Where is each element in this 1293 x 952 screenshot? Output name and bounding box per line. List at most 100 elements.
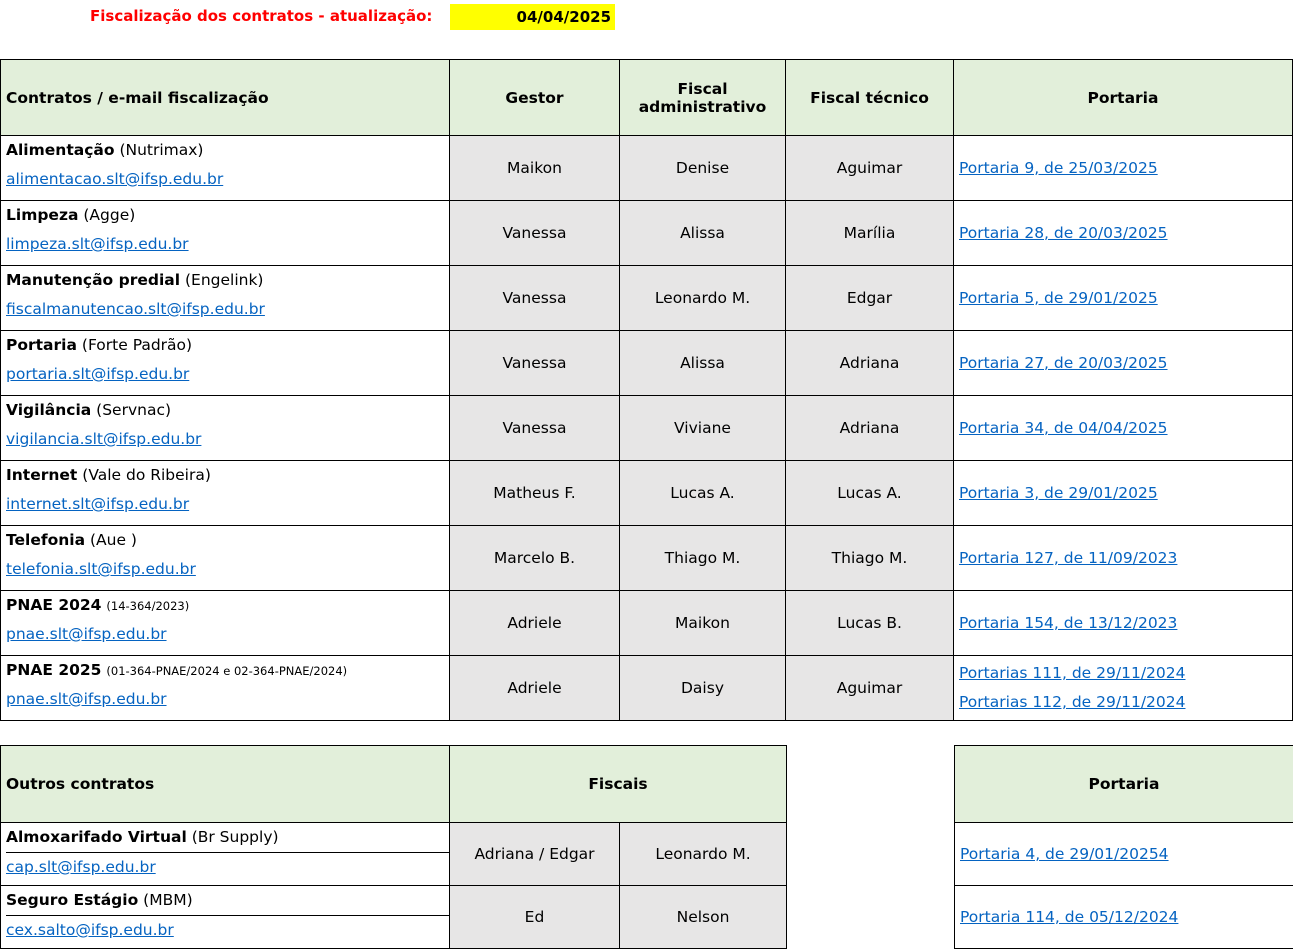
contract-company: (MBM) (143, 891, 193, 909)
portaria-line: Portaria 127, de 11/09/2023 (959, 544, 1292, 573)
contract-cell: PNAE 2024 (14-364/2023) pnae.slt@ifsp.edu… (0, 590, 450, 656)
portaria-line: Portaria 3, de 29/01/2025 (959, 479, 1292, 508)
fiscal-2-cell: Nelson (618, 885, 788, 949)
contract-email-link[interactable]: pnae.slt@ifsp.edu.br (6, 685, 449, 714)
fiscal-admin-cell: Lucas A. (619, 460, 786, 526)
fiscal-1-cell: Ed (449, 885, 620, 949)
header-portaria: Portaria (953, 59, 1293, 136)
portaria-link[interactable]: Portaria 34, de 04/04/2025 (959, 419, 1168, 437)
portaria-link[interactable]: Portaria 4, de 29/01/20254 (960, 845, 1169, 863)
portaria-line: Portaria 34, de 04/04/2025 (959, 414, 1292, 443)
contract-company: (Forte Padrão) (81, 336, 193, 354)
portaria-link[interactable]: Portarias 112, de 29/11/2024 (959, 693, 1185, 711)
other-contracts-table: Outros contratos Fiscais Almoxarifado Vi… (0, 745, 788, 949)
table-row: Portaria 4, de 29/01/20254 (954, 822, 1293, 886)
page-title: Fiscalização dos contratos - atualização… (90, 7, 433, 25)
contract-company: (Br Supply) (191, 828, 279, 846)
contract-title: Vigilância (6, 401, 92, 419)
portaria-cell: Portaria 127, de 11/09/2023 (953, 525, 1293, 591)
portaria-link[interactable]: Portaria 154, de 13/12/2023 (959, 614, 1177, 632)
contract-email-link[interactable]: cex.salto@ifsp.edu.br (6, 921, 174, 939)
contract-cell: PNAE 2025 (01-364-PNAE/2024 e 02-364-PNA… (0, 655, 450, 721)
contract-title: Portaria (6, 336, 77, 354)
contract-email-link[interactable]: internet.slt@ifsp.edu.br (6, 490, 449, 519)
contract-name: Limpeza (Agge) (6, 201, 449, 230)
contract-email: limpeza.slt@ifsp.edu.br (6, 230, 449, 259)
portaria-link[interactable]: Portaria 28, de 20/03/2025 (959, 224, 1168, 242)
contract-name: PNAE 2025 (01-364-PNAE/2024 e 02-364-PNA… (6, 656, 449, 685)
title-row: Fiscalização dos contratos - atualização… (0, 3, 1293, 30)
fiscal-tecnico-cell: Adriana (785, 395, 954, 461)
contract-email: internet.slt@ifsp.edu.br (6, 490, 449, 519)
portaria-line: Portaria 27, de 20/03/2025 (959, 349, 1292, 378)
table-row: Limpeza (Agge) limpeza.slt@ifsp.edu.br Van… (0, 200, 1293, 266)
portaria-cell: Portaria 27, de 20/03/2025 (953, 330, 1293, 396)
contract-cell: Manutenção predial (Engelink) fiscalmanut… (0, 265, 450, 331)
portaria-line: Portarias 111, de 29/11/2024 (959, 659, 1292, 688)
fiscal-tecnico-cell: Lucas A. (785, 460, 954, 526)
contract-email-link[interactable]: pnae.slt@ifsp.edu.br (6, 620, 449, 649)
fiscal-admin-cell: Alissa (619, 330, 786, 396)
portaria-cell: Portaria 34, de 04/04/2025 (953, 395, 1293, 461)
contract-email-link[interactable]: cap.slt@ifsp.edu.br (6, 858, 156, 876)
contracts-table: Contratos / e-mail fiscalização Gestor F… (0, 59, 1293, 721)
contract-title: Internet (6, 466, 78, 484)
portaria-cell: Portaria 4, de 29/01/20254 (954, 822, 1293, 886)
portaria-cell: Portaria 154, de 13/12/2023 (953, 590, 1293, 656)
table-row: Seguro Estágio (MBM) cex.salto@ifsp.edu.b… (0, 885, 788, 949)
portaria-cell: Portaria 3, de 29/01/2025 (953, 460, 1293, 526)
portaria-link[interactable]: Portaria 127, de 11/09/2023 (959, 549, 1177, 567)
fiscal-admin-cell: Viviane (619, 395, 786, 461)
contract-cell: Seguro Estágio (MBM) cex.salto@ifsp.edu.b… (0, 885, 450, 949)
gestor-cell: Vanessa (449, 395, 620, 461)
contract-title: Manutenção predial (6, 271, 181, 289)
header-portaria-other: Portaria (954, 745, 1293, 823)
portaria-cell: Portarias 111, de 29/11/2024 Portarias 11… (953, 655, 1293, 721)
table-row: Vigilância (Servnac) vigilancia.slt@ifsp.… (0, 395, 1293, 461)
fiscal-tecnico-cell: Edgar (785, 265, 954, 331)
table-row: Manutenção predial (Engelink) fiscalmanut… (0, 265, 1293, 331)
contract-cell: Telefonia (Aue ) telefonia.slt@ifsp.edu.b… (0, 525, 450, 591)
contract-email-link[interactable]: telefonia.slt@ifsp.edu.br (6, 555, 449, 584)
portaria-link[interactable]: Portaria 27, de 20/03/2025 (959, 354, 1168, 372)
contract-name: Alimentação (Nutrimax) (6, 136, 449, 165)
contract-name: Manutenção predial (Engelink) (6, 266, 449, 295)
portaria-link[interactable]: Portaria 9, de 25/03/2025 (959, 159, 1158, 177)
contract-company: (Aue ) (90, 531, 137, 549)
table-row: Alimentação (Nutrimax) alimentacao.slt@if… (0, 135, 1293, 201)
portaria-link[interactable]: Portarias 111, de 29/11/2024 (959, 664, 1185, 682)
portaria-link[interactable]: Portaria 114, de 05/12/2024 (960, 908, 1178, 926)
gestor-cell: Vanessa (449, 200, 620, 266)
header-contracts: Contratos / e-mail fiscalização (0, 59, 450, 136)
portaria-link[interactable]: Portaria 3, de 29/01/2025 (959, 484, 1158, 502)
contract-company: (14-364/2023) (106, 599, 190, 613)
table-row: Portaria (Forte Padrão) portaria.slt@ifsp… (0, 330, 1293, 396)
portaria-line: Portaria 28, de 20/03/2025 (959, 219, 1292, 248)
table-row: PNAE 2025 (01-364-PNAE/2024 e 02-364-PNA… (0, 655, 1293, 721)
contract-cell: Limpeza (Agge) limpeza.slt@ifsp.edu.br (0, 200, 450, 266)
portaria-cell: Portaria 5, de 29/01/2025 (953, 265, 1293, 331)
header-fiscal-administrativo: Fiscal administrativo (619, 59, 786, 136)
table-row: Portaria 114, de 05/12/2024 (954, 885, 1293, 949)
contract-email: alimentacao.slt@ifsp.edu.br (6, 165, 449, 194)
contract-email-link[interactable]: alimentacao.slt@ifsp.edu.br (6, 165, 449, 194)
portaria-cell: Portaria 9, de 25/03/2025 (953, 135, 1293, 201)
contract-company: (Vale do Ribeira) (82, 466, 211, 484)
contract-email-link[interactable]: portaria.slt@ifsp.edu.br (6, 360, 449, 389)
contract-company: (01-364-PNAE/2024 e 02-364-PNAE/2024) (106, 664, 348, 678)
contract-email-link[interactable]: vigilancia.slt@ifsp.edu.br (6, 425, 449, 454)
gestor-cell: Vanessa (449, 330, 620, 396)
contract-cell: Portaria (Forte Padrão) portaria.slt@ifsp… (0, 330, 450, 396)
portaria-link[interactable]: Portaria 5, de 29/01/2025 (959, 289, 1158, 307)
contracts-table-header: Contratos / e-mail fiscalização Gestor F… (0, 59, 1293, 136)
contract-name: Telefonia (Aue ) (6, 526, 449, 555)
contract-title: Seguro Estágio (6, 891, 139, 909)
contract-cell: Almoxarifado Virtual (Br Supply) cap.slt@… (0, 822, 450, 886)
portaria-cell: Portaria 28, de 20/03/2025 (953, 200, 1293, 266)
contract-email-link[interactable]: limpeza.slt@ifsp.edu.br (6, 230, 449, 259)
gestor-cell: Vanessa (449, 265, 620, 331)
table-row: Internet (Vale do Ribeira) internet.slt@i… (0, 460, 1293, 526)
contract-name: Vigilância (Servnac) (6, 396, 449, 425)
contract-email: cap.slt@ifsp.edu.br (6, 853, 449, 882)
contract-email-link[interactable]: fiscalmanutencao.slt@ifsp.edu.br (6, 295, 449, 324)
